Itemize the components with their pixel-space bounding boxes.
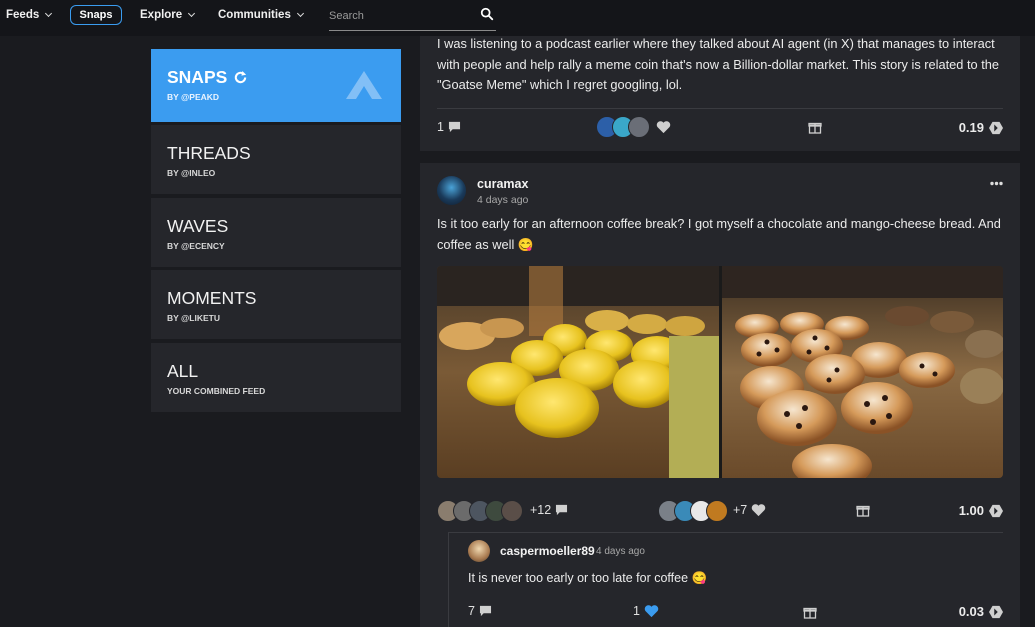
payout-value: 0.19 [958,120,984,135]
comment-icon [556,504,568,516]
reblog-count: +12 [530,503,552,517]
reply-timestamp[interactable]: 4 days ago [596,546,645,557]
bread-photo [437,266,1003,478]
reply-thread-line [448,532,449,627]
nav-snaps[interactable]: Snaps [70,5,122,25]
menu-waves-subtitle: BY @ECENCY [167,241,225,251]
comment-icon [479,605,491,617]
post-image[interactable] [437,266,1003,478]
comment-button[interactable]: 1 [437,120,461,134]
menu-moments[interactable]: MOMENTS BY @LIKETU [151,270,401,339]
nav-explore[interactable]: Explore [140,9,196,21]
payout[interactable]: 1.00 [959,503,1003,518]
gift-icon[interactable] [808,120,822,134]
author-name[interactable]: curamax [477,177,528,191]
menu-all[interactable]: ALL YOUR COMBINED FEED [151,343,401,412]
nav-communities-label: Communities [218,9,291,21]
avatar[interactable] [437,176,466,205]
chevron-down-icon [188,9,196,18]
reply-payout-value: 0.03 [958,604,984,619]
divider [437,108,1003,109]
menu-all-subtitle: YOUR COMBINED FEED [167,386,266,396]
reply-like-count: 1 [633,604,640,618]
reply-comment-button[interactable]: 7 [468,604,492,618]
reply-author[interactable]: caspermoeller89 [500,544,595,558]
reply-body: It is never too early or too late for co… [468,571,708,585]
menu-all-title: ALL [167,361,199,381]
avatar[interactable] [468,540,490,562]
peakd-logo-icon [346,71,382,99]
comment-icon [448,121,460,133]
nav-snaps-label: Snaps [79,9,113,21]
gift-icon[interactable] [856,503,870,517]
avatar[interactable] [628,116,650,138]
heart-icon [752,504,766,517]
like-button[interactable]: +7 [733,503,766,517]
avatar[interactable] [501,500,523,522]
more-options-icon[interactable] [990,181,1003,186]
search-bar [329,5,496,31]
menu-snaps[interactable]: SNAPS BY @PEAKD [151,49,401,122]
gift-icon[interactable] [803,605,817,619]
menu-threads[interactable]: THREADS BY @INLEO [151,125,401,194]
menu-snaps-title: SNAPS [167,67,248,88]
nav-explore-label: Explore [140,9,183,21]
menu-waves[interactable]: WAVES BY @ECENCY [151,198,401,267]
avatar[interactable] [706,500,728,522]
payout[interactable]: 0.19 [959,120,1003,135]
post-body: Is it too early for an afternoon coffee … [437,216,1001,252]
post-body: I was listening to a podcast earlier whe… [437,36,999,92]
timestamp[interactable]: 4 days ago [477,194,528,206]
reply-payout[interactable]: 0.03 [959,604,1003,619]
menu-moments-subtitle: BY @LIKETU [167,313,220,323]
nav-feeds-label: Feeds [6,9,40,21]
comment-count: 1 [437,120,444,134]
snap-post: curamax 4 days ago Is it too early for a… [420,163,1020,627]
nav-communities[interactable]: Communities [218,9,304,21]
nav-feeds[interactable]: Feeds [6,9,53,21]
menu-snaps-label: SNAPS [167,67,228,87]
search-icon[interactable] [480,7,494,21]
divider [448,532,1003,533]
top-nav: Feeds Snaps Explore Communities [0,0,1035,36]
menu-waves-title: WAVES [167,216,229,236]
payout-value: 1.00 [958,503,984,518]
hive-icon [989,504,1003,517]
menu-threads-subtitle: BY @INLEO [167,168,216,178]
reblog-button[interactable]: +12 [530,503,568,517]
heart-filled-icon [644,605,659,618]
like-count: +7 [733,503,748,517]
chevron-down-icon [296,9,304,18]
refresh-icon[interactable] [233,70,248,85]
chevron-down-icon [45,9,53,18]
reply-comment-count: 7 [468,604,475,618]
menu-moments-title: MOMENTS [167,288,257,308]
hive-icon [989,121,1003,134]
search-input[interactable] [329,9,469,23]
reply-like-button[interactable]: 1 [633,604,659,618]
hive-icon [989,605,1003,618]
heart-icon[interactable] [656,120,671,134]
snap-post: I was listening to a podcast earlier whe… [420,36,1020,151]
menu-threads-title: THREADS [167,143,251,163]
menu-snaps-subtitle: BY @PEAKD [167,92,220,102]
